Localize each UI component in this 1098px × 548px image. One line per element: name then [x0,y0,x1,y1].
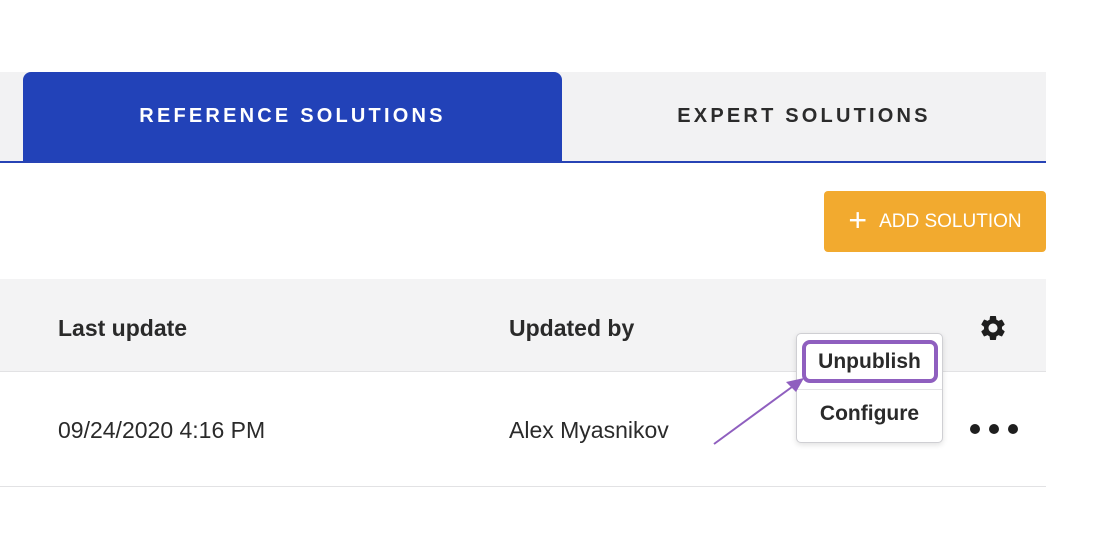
column-header-last-update[interactable]: Last update [58,315,187,342]
gear-icon[interactable] [978,313,1008,343]
add-solution-button[interactable]: + ADD SOLUTION [824,191,1046,252]
dot [989,424,999,434]
tab-reference-solutions[interactable]: REFERENCE SOLUTIONS [23,72,562,161]
add-solution-label: ADD SOLUTION [879,210,1022,232]
tab-expert-solutions[interactable]: EXPERT SOLUTIONS [562,72,1046,161]
cell-last-update: 09/24/2020 4:16 PM [58,417,266,443]
more-horizontal-icon[interactable] [970,417,1018,441]
plus-icon: + [848,201,868,238]
menu-item-configure[interactable]: Configure [797,390,942,438]
row-actions-menu: Unpublish Configure [796,333,943,443]
dot [970,424,980,434]
page: REFERENCE SOLUTIONS EXPERT SOLUTIONS + A… [0,0,1098,548]
menu-item-unpublish[interactable]: Unpublish [797,338,942,386]
dot [1008,424,1018,434]
column-header-updated-by[interactable]: Updated by [509,315,634,342]
cell-updated-by: Alex Myasnikov [509,417,669,443]
solutions-tab-bar: REFERENCE SOLUTIONS EXPERT SOLUTIONS [0,72,1046,163]
